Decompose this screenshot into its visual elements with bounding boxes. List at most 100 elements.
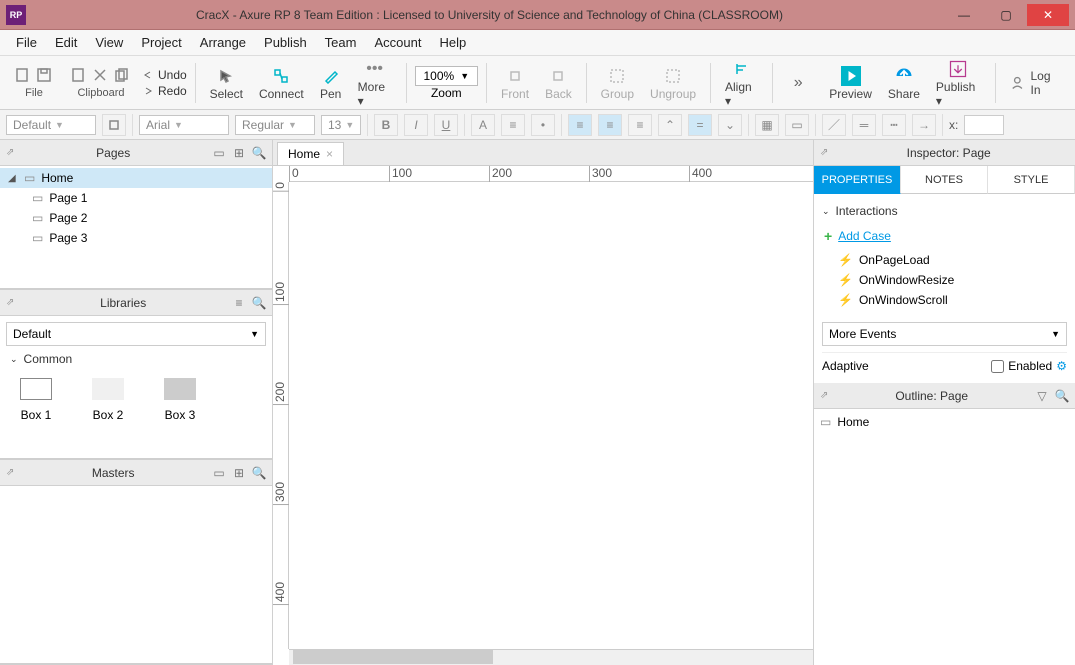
style-dropdown[interactable]: Default▼	[6, 115, 96, 135]
connect-tool[interactable]: Connect	[253, 63, 310, 103]
add-folder-icon[interactable]: ⊞	[232, 146, 246, 160]
fill-icon[interactable]: ▦	[755, 114, 779, 136]
adaptive-settings-icon[interactable]: ⚙	[1056, 359, 1067, 373]
library-dd[interactable]: Default▼	[6, 322, 266, 346]
menu-help[interactable]: Help	[431, 31, 474, 54]
shape-box3[interactable]: Box 3	[164, 378, 196, 422]
add-case[interactable]: +Add Case	[822, 222, 1067, 250]
align-center-icon[interactable]: ≡	[598, 114, 622, 136]
align-button[interactable]: Align ▾	[719, 56, 764, 110]
more-events-dd[interactable]: More Events▼	[822, 322, 1067, 346]
search-icon[interactable]: 🔍	[252, 466, 266, 480]
weight-dropdown[interactable]: Regular▼	[235, 115, 315, 135]
new-icon[interactable]	[14, 67, 32, 85]
event-onwindowscroll[interactable]: ⚡OnWindowScroll	[822, 290, 1067, 310]
pen-tool[interactable]: Pen	[314, 63, 348, 103]
canvas-tab-home[interactable]: Home×	[277, 142, 344, 165]
bold-icon[interactable]: B	[374, 114, 398, 136]
more-tool[interactable]: •••More ▾	[352, 56, 398, 110]
lib-section[interactable]: ⌄Common	[0, 348, 272, 370]
search-icon[interactable]: 🔍	[1055, 389, 1069, 403]
copy-icon[interactable]	[114, 67, 132, 85]
border-icon[interactable]: ▭	[785, 114, 809, 136]
align-right-icon[interactable]: ≡	[628, 114, 652, 136]
save-icon[interactable]	[36, 67, 54, 85]
overflow-button[interactable]: »	[781, 70, 815, 96]
font-dropdown[interactable]: Arial▼	[139, 115, 229, 135]
interactions-header[interactable]: ⌄Interactions	[822, 200, 1067, 222]
redo-button[interactable]: Redo	[142, 84, 187, 98]
preview-button[interactable]: Preview	[823, 63, 878, 103]
enabled-checkbox[interactable]	[991, 360, 1004, 373]
arrow-icon[interactable]: →	[912, 114, 936, 136]
outline-home[interactable]: ▭Home	[820, 413, 1069, 431]
menu-view[interactable]: View	[87, 31, 131, 54]
filter-icon[interactable]: ▽	[1035, 389, 1049, 403]
adaptive-label: Adaptive	[822, 359, 869, 373]
pin-icon[interactable]: ⇗	[820, 390, 828, 401]
pin-icon[interactable]: ⇗	[6, 467, 14, 478]
menu-arrange[interactable]: Arrange	[192, 31, 254, 54]
bullet-icon[interactable]: •	[531, 114, 555, 136]
menu-icon[interactable]: ≡	[232, 296, 246, 310]
event-onpageload[interactable]: ⚡OnPageLoad	[822, 250, 1067, 270]
canvas[interactable]: 0 100 200 300 400 0 100 200 300 400	[273, 166, 813, 665]
pin-icon[interactable]: ⇗	[6, 147, 14, 158]
ungroup-button[interactable]: Ungroup	[644, 63, 702, 103]
tab-notes[interactable]: NOTES	[901, 166, 988, 194]
minimize-button[interactable]: —	[943, 4, 985, 26]
scrollbar-horizontal[interactable]	[289, 649, 813, 665]
search-icon[interactable]: 🔍	[252, 146, 266, 160]
cut-icon[interactable]	[92, 67, 110, 85]
menu-team[interactable]: Team	[317, 31, 365, 54]
tab-properties[interactable]: PROPERTIES	[814, 166, 901, 194]
pin-icon[interactable]: ⇗	[820, 147, 828, 158]
search-icon[interactable]: 🔍	[252, 296, 266, 310]
maximize-button[interactable]: ▢	[985, 4, 1027, 26]
add-page-icon[interactable]: ▭	[212, 146, 226, 160]
undo-button[interactable]: Undo	[142, 68, 187, 82]
shape-box1[interactable]: Box 1	[20, 378, 52, 422]
page-home[interactable]: ◢▭Home	[0, 168, 272, 188]
page-2[interactable]: ▭Page 2	[0, 208, 272, 228]
event-onwindowresize[interactable]: ⚡OnWindowResize	[822, 270, 1067, 290]
valign-top-icon[interactable]: ⌃	[658, 114, 682, 136]
close-tab-icon[interactable]: ×	[326, 147, 333, 161]
front-button[interactable]: Front	[495, 63, 535, 103]
underline-icon[interactable]: U	[434, 114, 458, 136]
zoom-dropdown[interactable]: 100%▼	[415, 66, 479, 86]
login-button[interactable]: Log In	[1004, 67, 1067, 99]
paste-icon[interactable]	[70, 67, 88, 85]
tab-style[interactable]: STYLE	[988, 166, 1075, 194]
pin-icon[interactable]: ⇗	[6, 297, 14, 308]
linestyle-icon[interactable]: ┅	[882, 114, 906, 136]
textcolor-icon[interactable]: A	[471, 114, 495, 136]
add-folder-icon[interactable]: ⊞	[232, 466, 246, 480]
add-master-icon[interactable]: ▭	[212, 466, 226, 480]
select-tool[interactable]: Select	[204, 63, 249, 103]
menu-edit[interactable]: Edit	[47, 31, 85, 54]
linespace-icon[interactable]: ≡	[501, 114, 525, 136]
publish-button[interactable]: Publish ▾	[930, 56, 987, 110]
page-1[interactable]: ▭Page 1	[0, 188, 272, 208]
lineweight-icon[interactable]: ═	[852, 114, 876, 136]
menu-account[interactable]: Account	[366, 31, 429, 54]
menu-project[interactable]: Project	[133, 31, 189, 54]
back-button[interactable]: Back	[539, 63, 578, 103]
valign-bot-icon[interactable]: ⌄	[718, 114, 742, 136]
size-dropdown[interactable]: 13▼	[321, 115, 361, 135]
italic-icon[interactable]: I	[404, 114, 428, 136]
group-button[interactable]: Group	[595, 63, 640, 103]
line-icon[interactable]: ／	[822, 114, 846, 136]
align-left-icon[interactable]: ≡	[568, 114, 592, 136]
menu-file[interactable]: File	[8, 31, 45, 54]
valign-mid-icon[interactable]: =	[688, 114, 712, 136]
shape-box2[interactable]: Box 2	[92, 378, 124, 422]
style-edit-icon[interactable]	[102, 114, 126, 136]
page-3[interactable]: ▭Page 3	[0, 228, 272, 248]
close-button[interactable]: ✕	[1027, 4, 1069, 26]
menu-publish[interactable]: Publish	[256, 31, 315, 54]
x-input[interactable]	[964, 115, 1004, 135]
share-button[interactable]: Share	[882, 63, 926, 103]
enabled-label: Enabled	[1008, 359, 1052, 373]
